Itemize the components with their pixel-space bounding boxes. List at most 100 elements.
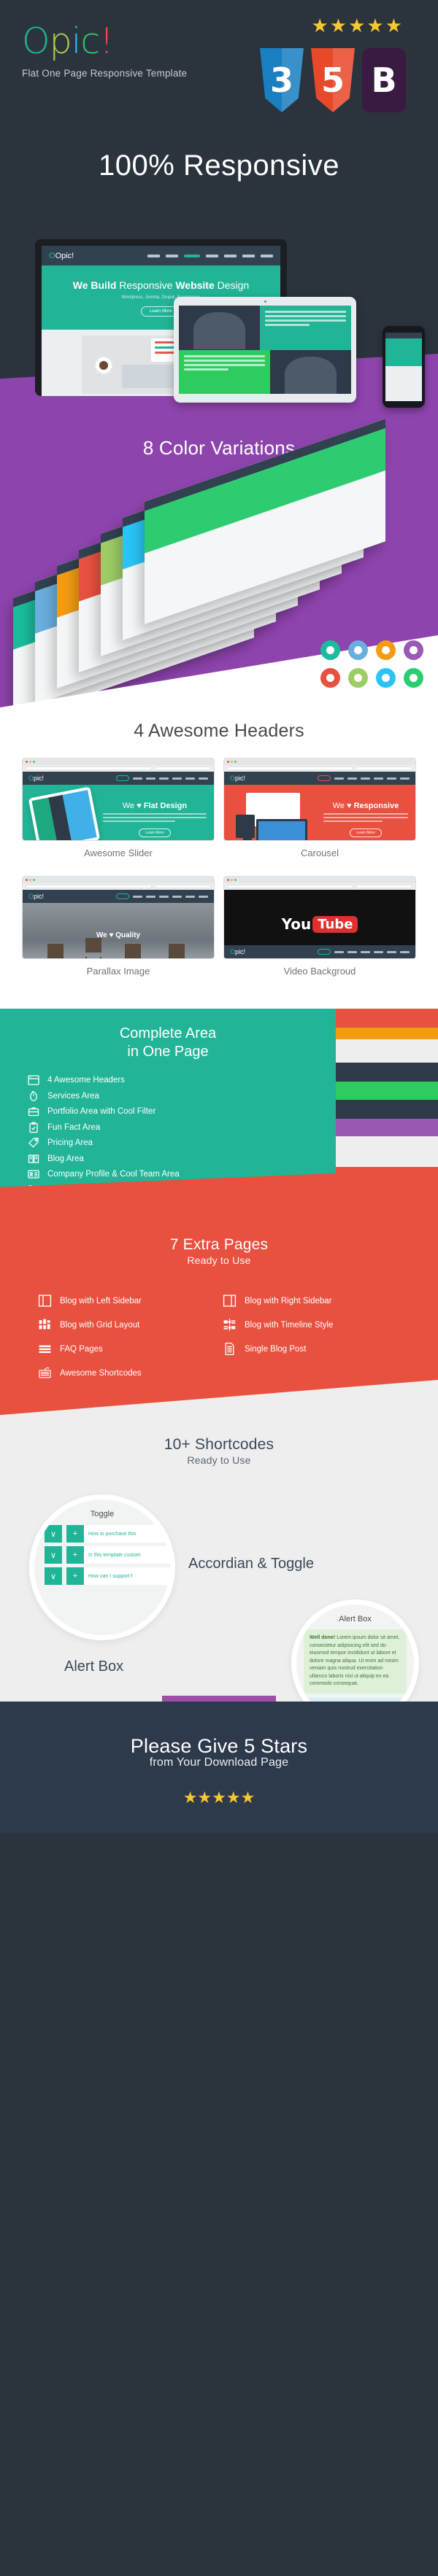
preview-strip-team-2 bbox=[336, 1082, 438, 1100]
shot-headline: We ♥ Flat Design bbox=[122, 801, 188, 810]
brand-lockup: Opic! Flat One Page Responsive Template bbox=[22, 23, 187, 79]
nav-link bbox=[242, 254, 255, 257]
shortcodes-title: 10+ Shortcodes bbox=[164, 1436, 274, 1453]
browser-frame: You Tube Opic! bbox=[223, 876, 416, 959]
header-caption: Parallax Image bbox=[86, 966, 150, 977]
nav-link-active bbox=[184, 254, 200, 257]
keyboard-icon bbox=[39, 1367, 51, 1378]
team-row bbox=[179, 349, 351, 394]
layout-right-sidebar-icon bbox=[223, 1295, 237, 1307]
plus-icon[interactable]: + bbox=[66, 1567, 84, 1585]
tablet-photo bbox=[28, 786, 101, 840]
browser-search-box[interactable] bbox=[154, 885, 211, 888]
extra-page-item: Blog with Timeline Style bbox=[223, 1318, 400, 1332]
iphone-body bbox=[385, 366, 422, 401]
screenshot: You Tube Opic! bbox=[224, 890, 415, 958]
url-bar[interactable] bbox=[227, 885, 353, 888]
browser-titlebar bbox=[23, 877, 214, 883]
iphone-navbar bbox=[385, 333, 422, 338]
iphone-hero bbox=[385, 338, 422, 366]
extra-page-label: Blog with Timeline Style bbox=[245, 1320, 334, 1330]
browser-toolbar bbox=[224, 883, 415, 890]
header-preview-carousel[interactable]: Opic! We ♥ Responsive Learn More Carouse… bbox=[223, 758, 416, 869]
maximize-dot-icon bbox=[33, 761, 35, 763]
shot-headline-b: Quality bbox=[115, 931, 141, 940]
browser-search-box[interactable] bbox=[356, 885, 412, 888]
maximize-dot-icon bbox=[33, 879, 35, 881]
browser-search-box[interactable] bbox=[356, 767, 412, 770]
chevron-down-icon[interactable]: ∨ bbox=[45, 1567, 62, 1585]
plus-icon[interactable]: + bbox=[66, 1525, 84, 1543]
screenshot: Opic! We ♥ Quality bbox=[23, 890, 214, 958]
many-more-button[interactable]: & Many More!! bbox=[161, 1696, 277, 1702]
maximize-dot-icon bbox=[234, 879, 237, 881]
swatch-purple[interactable] bbox=[404, 640, 423, 660]
grey-wedge bbox=[0, 1379, 438, 1417]
toggle-row[interactable]: ∨ + Is this template custom bbox=[45, 1546, 170, 1564]
briefcase-icon bbox=[28, 1107, 39, 1117]
browser-titlebar bbox=[23, 759, 214, 765]
tech-badges: 3 5 B bbox=[260, 48, 406, 112]
header-preview-parallax[interactable]: Opic! We ♥ Quality Parallax Image bbox=[22, 876, 215, 987]
shot-headline: We ♥ Responsive bbox=[332, 801, 399, 810]
youtube-you: You bbox=[281, 915, 312, 933]
html5-badge-label: 5 bbox=[320, 61, 345, 100]
extra-pages-title: 7 Extra Pages bbox=[169, 1236, 269, 1253]
url-bar[interactable] bbox=[26, 885, 152, 888]
browser-search-box[interactable] bbox=[154, 767, 211, 770]
swatch-teal[interactable] bbox=[320, 640, 340, 660]
toggle-row-label: Is this template custom bbox=[84, 1546, 170, 1564]
headers-section-title: 4 Awesome Headers bbox=[134, 721, 304, 741]
preview-strip-team-3 bbox=[336, 1100, 438, 1119]
toggle-row[interactable]: ∨ + How to purchase this bbox=[45, 1525, 170, 1543]
iphone-screen bbox=[385, 333, 422, 401]
plus-icon[interactable]: + bbox=[66, 1546, 84, 1564]
parallax-photo: We ♥ Quality bbox=[23, 903, 214, 958]
shot-navbar: Opic! bbox=[23, 890, 214, 903]
header-preview-slider[interactable]: Opic! We ♥ Flat Design Learn More Awesom… bbox=[22, 758, 215, 869]
chevron-down-icon[interactable]: ∨ bbox=[45, 1525, 62, 1543]
shot-button[interactable]: Learn More bbox=[350, 828, 382, 837]
screenshot: Opic! We ♥ Responsive Learn More bbox=[224, 772, 415, 840]
url-bar[interactable] bbox=[26, 767, 152, 770]
swatch-sky[interactable] bbox=[376, 668, 396, 688]
rating-stars-top: ★★★★★ bbox=[311, 15, 404, 36]
headline-part-4: Design bbox=[217, 279, 250, 291]
minimize-dot-icon bbox=[231, 761, 233, 763]
shot-navbar: Opic! bbox=[224, 772, 415, 785]
extra-page-label: FAQ Pages bbox=[60, 1344, 103, 1354]
swatch-red[interactable] bbox=[320, 668, 340, 688]
nav-link bbox=[261, 254, 273, 257]
nav-link bbox=[147, 254, 160, 257]
toggle-bubble-caption: Toggle bbox=[90, 1510, 115, 1518]
headline-part-2: Responsive bbox=[119, 279, 176, 291]
swatch-green[interactable] bbox=[404, 668, 423, 688]
price-tag-icon bbox=[28, 1137, 39, 1148]
extra-page-item: Blog with Left Sidebar bbox=[38, 1294, 215, 1308]
url-bar[interactable] bbox=[227, 767, 353, 770]
alert-success-strong: Well done! bbox=[310, 1635, 336, 1640]
extra-page-item: Awesome Shortcodes bbox=[38, 1366, 215, 1380]
swatch-blue[interactable] bbox=[348, 640, 368, 660]
feature-label: Services Area bbox=[47, 1091, 99, 1101]
hero-section: Opic! Flat One Page Responsive Template … bbox=[0, 0, 438, 215]
shot-button[interactable]: Learn More bbox=[139, 828, 171, 837]
toggle-row[interactable]: ∨ + How can I support f bbox=[45, 1567, 170, 1585]
ipad-mockup bbox=[174, 297, 356, 403]
chevron-down-icon[interactable]: ∨ bbox=[45, 1546, 62, 1564]
shot-headline-b: Flat Design bbox=[143, 801, 188, 810]
header-preview-video[interactable]: You Tube Opic! Video Backgroud bbox=[223, 876, 416, 987]
shot-headline-a: We bbox=[332, 801, 347, 810]
complete-area-title-line1: Complete Area bbox=[119, 1025, 217, 1041]
swatch-orange[interactable] bbox=[376, 640, 396, 660]
css3-badge: 3 bbox=[260, 48, 304, 112]
close-dot-icon bbox=[227, 761, 229, 763]
shortcodes-subtitle: Ready to Use bbox=[187, 1454, 251, 1466]
layout-left-sidebar-icon bbox=[38, 1295, 52, 1307]
accordion-toggle-label: Accordian & Toggle bbox=[188, 1556, 314, 1572]
footer-title: Please Give 5 Stars bbox=[130, 1735, 308, 1757]
extra-pages-grid: Blog with Left Sidebar Blog with Right S… bbox=[0, 1266, 438, 1380]
iphone-mockup bbox=[383, 326, 425, 408]
swatch-light-green[interactable] bbox=[348, 668, 368, 688]
css3-badge-label: 3 bbox=[269, 61, 293, 100]
